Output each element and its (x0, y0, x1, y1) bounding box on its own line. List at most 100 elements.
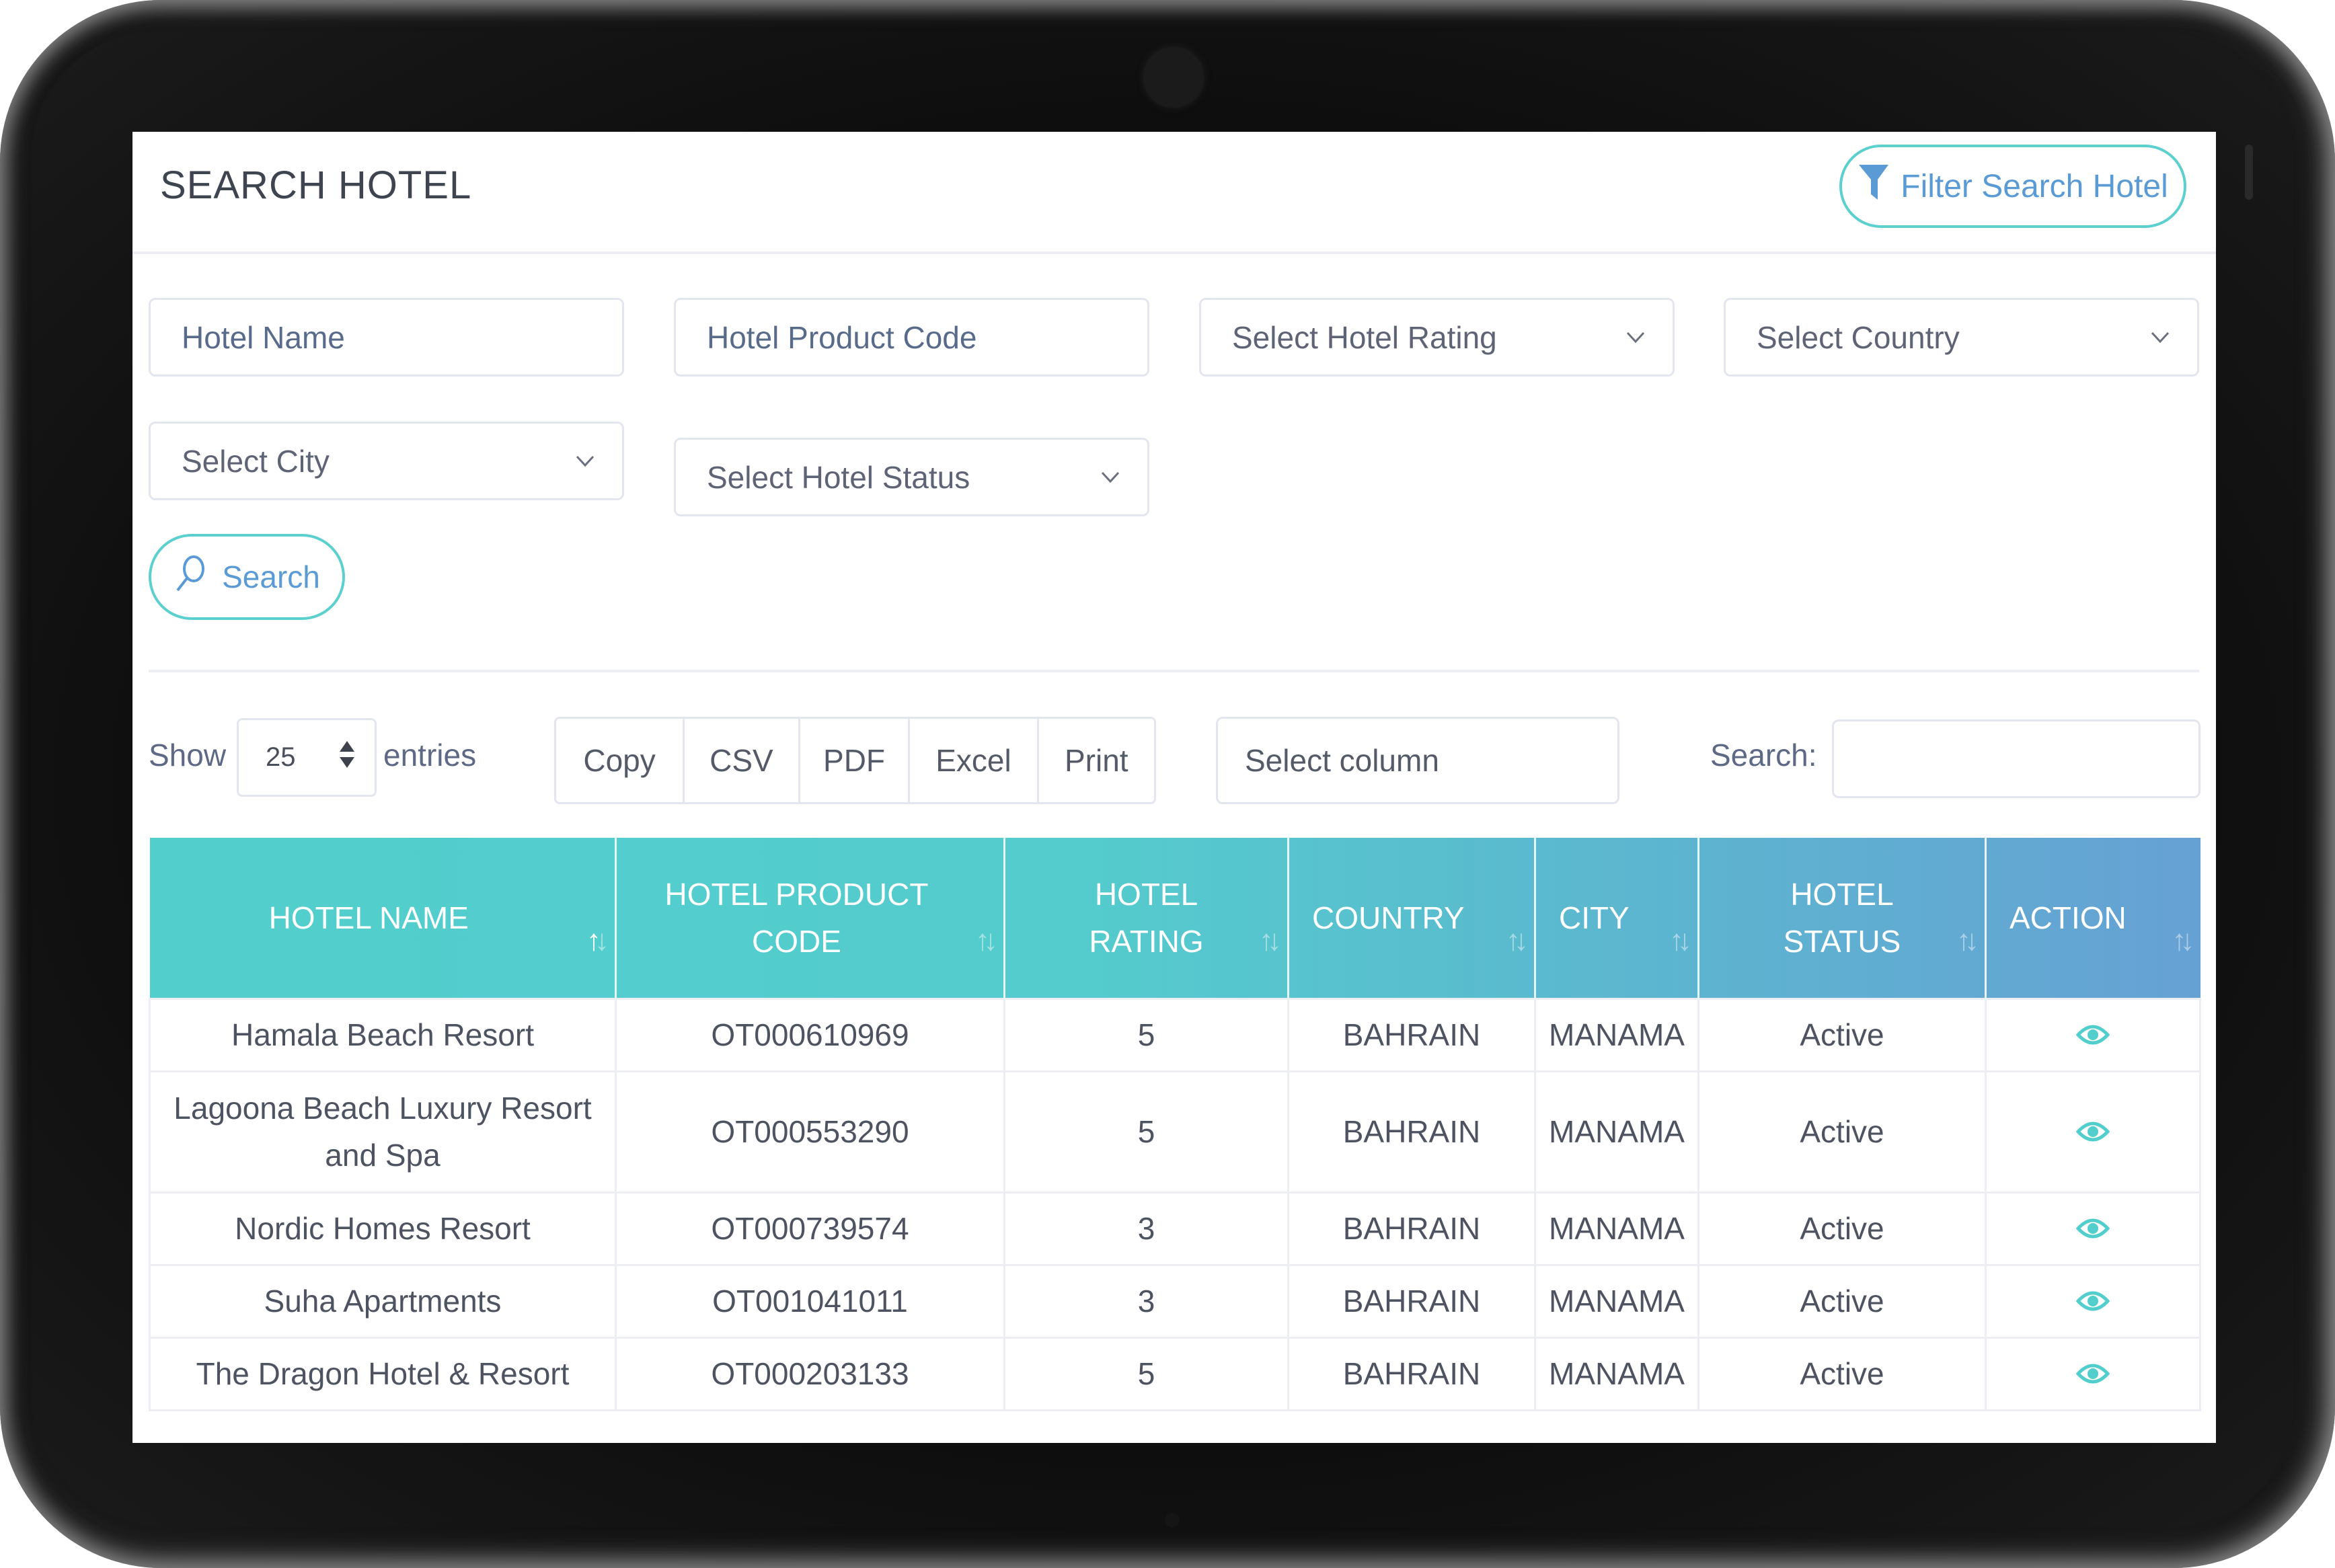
column-label: HOTEL RATING (1089, 876, 1204, 959)
sort-icon: ↑↓ (1506, 924, 1529, 957)
csv-button[interactable]: CSV (685, 719, 800, 802)
column-label: CITY (1559, 900, 1630, 935)
print-button[interactable]: Print (1039, 719, 1154, 802)
table-row: The Dragon Hotel & Resort OT000203133 5 … (149, 1336, 2201, 1411)
entries-label: entries (383, 738, 477, 773)
cell-status: Active (1697, 1336, 1987, 1411)
select-column-value: Select column (1245, 743, 1439, 778)
city-select[interactable]: Select City (149, 422, 624, 500)
cell-action (1985, 1336, 2201, 1411)
cell-rating: 3 (1003, 1263, 1289, 1339)
filters-divider (149, 670, 2199, 672)
pdf-button[interactable]: PDF (800, 719, 911, 802)
country-select[interactable]: Select Country (1724, 298, 2199, 377)
cell-status: Active (1697, 1191, 1987, 1266)
column-header-country[interactable]: COUNTRY ↑↓ (1288, 838, 1536, 998)
table-search-input[interactable] (1832, 719, 2200, 798)
sort-icon: ↑↓ (975, 924, 998, 957)
cell-rating: 5 (1003, 997, 1289, 1072)
cell-action (1985, 1263, 2201, 1339)
cell-status: Active (1697, 1070, 1987, 1193)
cell-city: MANAMA (1534, 1070, 1699, 1193)
entries-per-page-select[interactable]: 25 (237, 718, 377, 797)
filter-button-label: Filter Search Hotel (1901, 168, 2168, 204)
cell-rating: 3 (1003, 1191, 1289, 1266)
table-row: Suha Apartments OT001041011 3 BAHRAIN MA… (149, 1263, 2201, 1339)
show-label: Show (149, 738, 227, 773)
hotel-rating-select[interactable]: Select Hotel Rating (1199, 298, 1675, 377)
cell-status: Active (1697, 1263, 1987, 1339)
country-value: Select Country (1757, 319, 1960, 355)
table-row: Nordic Homes Resort OT000739574 3 BAHRAI… (149, 1191, 2201, 1266)
cell-country: BAHRAIN (1287, 1191, 1536, 1266)
column-label: HOTEL NAME (268, 900, 469, 935)
view-icon[interactable] (2075, 1013, 2110, 1060)
table-search-label: Search: (1710, 738, 1817, 773)
hotel-product-code-input[interactable]: Hotel Product Code (674, 298, 1149, 377)
cell-product-code: OT000553290 (615, 1070, 1005, 1193)
column-header-action[interactable]: ACTION ↑↓ (1986, 838, 2200, 998)
copy-button[interactable]: Copy (556, 719, 685, 802)
column-label: COUNTRY (1312, 900, 1465, 935)
cell-country: BAHRAIN (1287, 997, 1536, 1072)
select-column-dropdown[interactable]: Select column (1216, 717, 1619, 804)
cell-hotel-name: Lagoona Beach Luxury Resort and Spa (149, 1070, 617, 1193)
table-row: Hamala Beach Resort OT000610969 5 BAHRAI… (149, 997, 2201, 1072)
table-row: Lagoona Beach Luxury Resort and Spa OT00… (149, 1070, 2201, 1193)
header-divider (132, 251, 2216, 254)
cell-product-code: OT000739574 (615, 1191, 1005, 1266)
cell-country: BAHRAIN (1287, 1263, 1536, 1339)
cell-status: Active (1697, 997, 1987, 1072)
cell-city: MANAMA (1534, 1336, 1699, 1411)
entries-value: 25 (266, 742, 296, 772)
camera (1143, 47, 1204, 108)
city-value: Select City (182, 443, 330, 479)
cell-city: MANAMA (1534, 1191, 1699, 1266)
sensor (2245, 145, 2253, 200)
sort-icon: ↑↓ (1956, 924, 1979, 957)
column-header-hotel-status[interactable]: HOTEL STATUS ↑↓ (1698, 838, 1987, 998)
chevron-down-icon (1625, 324, 1646, 350)
column-header-hotel-rating[interactable]: HOTEL RATING ↑↓ (1004, 838, 1289, 998)
view-icon[interactable] (2075, 1109, 2110, 1157)
hotel-status-value: Select Hotel Status (707, 459, 970, 495)
cell-hotel-name: Nordic Homes Resort (149, 1191, 617, 1266)
cell-hotel-name: Suha Apartments (149, 1263, 617, 1339)
chevron-down-icon (575, 448, 595, 474)
export-button-group: Copy CSV PDF Excel Print (554, 717, 1156, 804)
sort-icon: ↑↓ (586, 924, 609, 957)
sort-icon: ↑↓ (2172, 924, 2195, 957)
cell-country: BAHRAIN (1287, 1336, 1536, 1411)
cell-product-code: OT001041011 (615, 1263, 1005, 1339)
cell-action (1985, 997, 2201, 1072)
sort-updown-icon (338, 740, 356, 776)
app-screen: SEARCH HOTEL Filter Search Hotel Hotel N… (132, 132, 2216, 1443)
cell-hotel-name: The Dragon Hotel & Resort (149, 1336, 617, 1411)
sort-icon: ↑↓ (1259, 924, 1282, 957)
view-icon[interactable] (2075, 1351, 2110, 1399)
column-header-hotel-product-code[interactable]: HOTEL PRODUCT CODE ↑↓ (615, 838, 1005, 998)
search-button-label: Search (222, 559, 320, 594)
hotels-table: HOTEL NAME ↑↓ HOTEL PRODUCT CODE ↑↓ HOTEL … (149, 838, 2201, 1411)
cell-product-code: OT000610969 (615, 997, 1005, 1072)
excel-button[interactable]: Excel (910, 719, 1039, 802)
chevron-down-icon (2150, 324, 2170, 350)
search-button[interactable]: Search (149, 534, 345, 620)
funnel-icon (1858, 163, 1890, 209)
cell-hotel-name: Hamala Beach Resort (149, 997, 617, 1072)
sort-icon: ↑↓ (1669, 924, 1692, 957)
column-header-city[interactable]: CITY ↑↓ (1535, 838, 1699, 998)
page-title: SEARCH HOTEL (160, 163, 472, 207)
hotel-status-select[interactable]: Select Hotel Status (674, 438, 1149, 516)
column-label: ACTION (2009, 900, 2127, 935)
cell-city: MANAMA (1534, 1263, 1699, 1339)
column-header-hotel-name[interactable]: HOTEL NAME ↑↓ (149, 838, 617, 998)
view-icon[interactable] (2075, 1279, 2110, 1326)
table-header-row: HOTEL NAME ↑↓ HOTEL PRODUCT CODE ↑↓ HOTEL … (149, 838, 2200, 998)
filter-search-hotel-button[interactable]: Filter Search Hotel (1839, 145, 2186, 228)
view-icon[interactable] (2075, 1206, 2110, 1253)
column-label: HOTEL STATUS (1783, 876, 1901, 959)
hotel-name-placeholder: Hotel Name (182, 319, 345, 355)
chevron-down-icon (1100, 464, 1120, 490)
hotel-name-input[interactable]: Hotel Name (149, 298, 624, 377)
